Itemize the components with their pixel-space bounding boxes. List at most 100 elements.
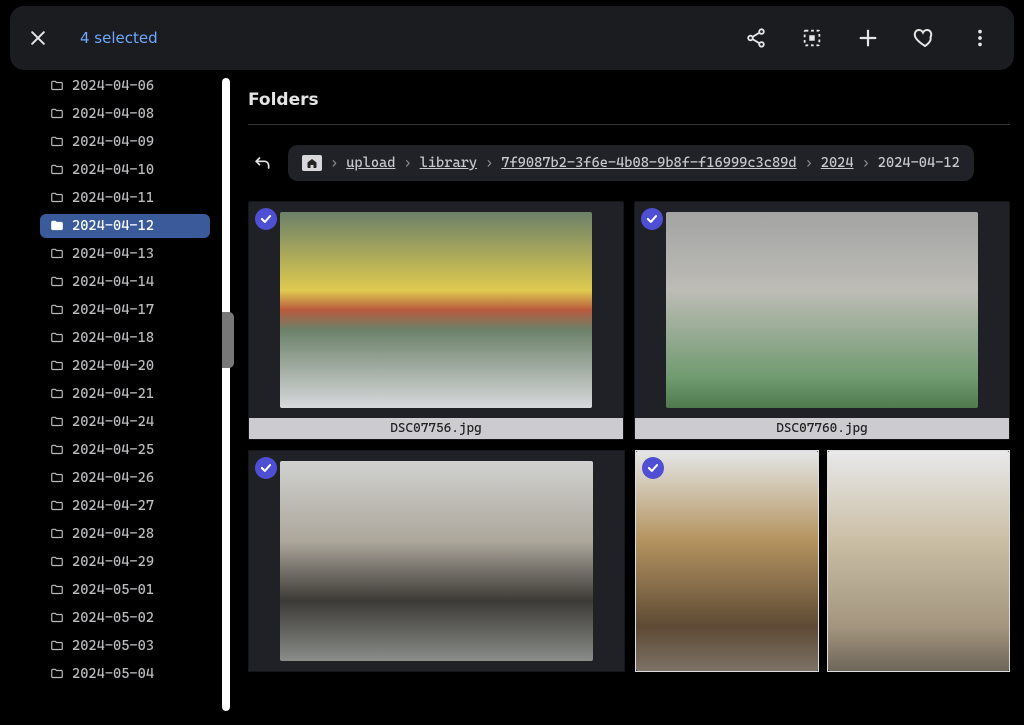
- sidebar-folder-item[interactable]: 2024-04-20: [40, 354, 210, 378]
- sidebar-folder-item[interactable]: 2024-04-27: [40, 494, 210, 518]
- sidebar-folder-label: 2024-04-12: [72, 218, 154, 234]
- close-selection-button[interactable]: [24, 24, 52, 52]
- layout: 2024-04-06 2024-04-08 2024-04-09 2024-04-10…: [0, 70, 1024, 719]
- sidebar-folder-item[interactable]: 2024-04-18: [40, 326, 210, 350]
- sidebar-folder-label: 2024-05-04: [72, 666, 154, 682]
- photo-thumbnail: [635, 202, 1009, 418]
- sidebar-folder-item[interactable]: 2024-05-03: [40, 634, 210, 658]
- sidebar-folder-label: 2024-04-13: [72, 246, 154, 262]
- selection-check[interactable]: [255, 457, 277, 479]
- sidebar-folder-label: 2024-04-26: [72, 470, 154, 486]
- folder-icon: [50, 527, 64, 541]
- folder-icon: [50, 555, 64, 569]
- sidebar-folder-label: 2024-04-29: [72, 554, 154, 570]
- selection-check[interactable]: [642, 457, 664, 479]
- sidebar-folder-item[interactable]: 2024-04-29: [40, 550, 210, 574]
- folder-icon: [50, 667, 64, 681]
- sidebar-folder-item[interactable]: 2024-04-12: [40, 214, 210, 238]
- sidebar-folder-item[interactable]: 2024-04-10: [40, 158, 210, 182]
- breadcrumb-link[interactable]: upload: [346, 155, 395, 171]
- share-button[interactable]: [742, 24, 770, 52]
- folder-icon: [50, 583, 64, 597]
- photo-filename: DSC07756.jpg: [249, 418, 623, 439]
- section-divider: [248, 124, 1010, 125]
- photo-card[interactable]: [635, 450, 819, 672]
- up-left-arrow-icon: [252, 153, 272, 173]
- section-title: Folders: [248, 90, 1010, 110]
- sidebar-folder-item[interactable]: 2024-04-09: [40, 130, 210, 154]
- folder-icon: [50, 303, 64, 317]
- folder-icon: [50, 191, 64, 205]
- breadcrumb-link[interactable]: 7f9087b2-3f6e-4b08-9b8f-f16999c3c89d: [501, 155, 796, 171]
- sidebar-folder-label: 2024-04-24: [72, 414, 154, 430]
- more-vertical-icon: [969, 27, 991, 49]
- sidebar-folder-label: 2024-04-21: [72, 386, 154, 402]
- chevron-right-icon: ›: [805, 155, 813, 171]
- check-icon: [645, 212, 659, 226]
- sidebar-folder-item[interactable]: 2024-04-14: [40, 270, 210, 294]
- breadcrumb-link[interactable]: 2024: [821, 155, 854, 171]
- sidebar-folder-item[interactable]: 2024-04-13: [40, 242, 210, 266]
- check-icon: [646, 461, 660, 475]
- chevron-right-icon: ›: [485, 155, 493, 171]
- folder-icon: [50, 135, 64, 149]
- sidebar-folder-label: 2024-04-28: [72, 526, 154, 542]
- sidebar-folder-label: 2024-04-14: [72, 274, 154, 290]
- photo-grid: DSC07756.jpg DSC07760.jpg: [248, 201, 1010, 440]
- sidebar-folder-item[interactable]: 2024-05-02: [40, 606, 210, 630]
- folder-icon: [50, 107, 64, 121]
- sidebar-folder-label: 2024-05-02: [72, 610, 154, 626]
- sidebar-folder-item[interactable]: 2024-04-11: [40, 186, 210, 210]
- sidebar-folder-label: 2024-04-08: [72, 106, 154, 122]
- close-icon: [28, 28, 48, 48]
- sidebar-folder-item[interactable]: 2024-04-17: [40, 298, 210, 322]
- sidebar-folder-item[interactable]: 2024-04-25: [40, 438, 210, 462]
- sidebar-folder-label: 2024-05-01: [72, 582, 154, 598]
- select-all-icon: [801, 27, 823, 49]
- folder-icon: [50, 387, 64, 401]
- sidebar-folder-label: 2024-04-09: [72, 134, 154, 150]
- photo-card[interactable]: [248, 450, 625, 672]
- plus-icon: [857, 27, 879, 49]
- breadcrumb-home-button[interactable]: [302, 155, 322, 171]
- photo-card[interactable]: DSC07756.jpg: [248, 201, 624, 440]
- select-all-button[interactable]: [798, 24, 826, 52]
- photo-thumbnail: [249, 451, 624, 671]
- check-icon: [259, 212, 273, 226]
- folder-icon: [50, 331, 64, 345]
- folder-icon: [50, 611, 64, 625]
- topbar: 4 selected: [10, 6, 1014, 70]
- photo-filename: DSC07760.jpg: [635, 418, 1009, 439]
- sidebar-folder-label: 2024-04-06: [72, 78, 154, 94]
- home-icon: [306, 158, 318, 168]
- chevron-right-icon: ›: [403, 155, 411, 171]
- sidebar-folder-item[interactable]: 2024-05-04: [40, 662, 210, 686]
- chevron-right-icon: ›: [330, 155, 338, 171]
- photo-card[interactable]: [827, 450, 1011, 672]
- favorite-button[interactable]: [910, 24, 938, 52]
- selection-check[interactable]: [255, 208, 277, 230]
- sidebar-folder-label: 2024-04-17: [72, 302, 154, 318]
- folder-icon: [50, 639, 64, 653]
- sidebar-folder-item[interactable]: 2024-04-24: [40, 410, 210, 434]
- selection-count-label: 4 selected: [80, 29, 158, 47]
- sidebar-folder-item[interactable]: 2024-04-06: [40, 74, 210, 98]
- more-button[interactable]: [966, 24, 994, 52]
- add-button[interactable]: [854, 24, 882, 52]
- sidebar-folder-item[interactable]: 2024-04-28: [40, 522, 210, 546]
- folder-icon: [50, 359, 64, 373]
- chevron-right-icon: ›: [862, 155, 870, 171]
- sidebar-folder-item[interactable]: 2024-04-08: [40, 102, 210, 126]
- sidebar-folder-item[interactable]: 2024-04-21: [40, 382, 210, 406]
- sidebar-folder-item[interactable]: 2024-05-01: [40, 578, 210, 602]
- breadcrumb-link[interactable]: library: [420, 155, 477, 171]
- photo-pair: [635, 450, 1010, 672]
- share-icon: [745, 27, 767, 49]
- breadcrumb-back-button[interactable]: [248, 149, 276, 177]
- sidebar-resize-handle[interactable]: [222, 78, 230, 711]
- main-pane[interactable]: Folders › upload › library › 7f9087b2-3f6e-4b…: [234, 70, 1024, 719]
- selection-check[interactable]: [641, 208, 663, 230]
- photo-card[interactable]: DSC07760.jpg: [634, 201, 1010, 440]
- sidebar-folder-item[interactable]: 2024-04-26: [40, 466, 210, 490]
- folder-sidebar[interactable]: 2024-04-06 2024-04-08 2024-04-09 2024-04-10…: [0, 70, 218, 719]
